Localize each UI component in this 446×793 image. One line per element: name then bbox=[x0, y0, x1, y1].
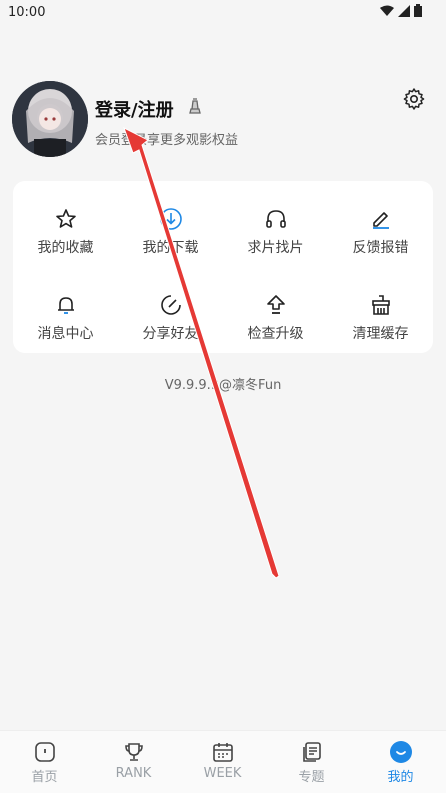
nav-topics[interactable]: 专题 bbox=[267, 731, 356, 793]
home-icon bbox=[34, 742, 55, 762]
grid-label: 反馈报错 bbox=[352, 240, 409, 256]
grid-item-favorites[interactable]: 我的收藏 bbox=[13, 189, 118, 269]
grid-label: 我的收藏 bbox=[37, 240, 94, 256]
profile-header: 登录/注册 会员登录享更多观影权益 bbox=[0, 78, 446, 158]
profile-subtitle: 会员登录享更多观影权益 bbox=[95, 133, 239, 148]
nav-label: 我的 bbox=[387, 770, 414, 785]
grid-label: 检查升级 bbox=[247, 326, 304, 342]
calendar-icon bbox=[212, 743, 233, 762]
bottom-navigation: 首页 RANK WEEK 专题 我的 bbox=[0, 730, 446, 793]
settings-gear-icon[interactable] bbox=[402, 87, 426, 115]
battery-icon bbox=[414, 4, 422, 17]
bell-icon bbox=[57, 297, 74, 314]
status-icons bbox=[380, 4, 422, 17]
wifi-icon bbox=[380, 5, 394, 16]
grid-item-request[interactable]: 求片找片 bbox=[223, 189, 328, 269]
grid-item-feedback[interactable]: 反馈报错 bbox=[328, 189, 433, 269]
signal-icon bbox=[398, 4, 410, 17]
login-register-link[interactable]: 登录/注册 bbox=[95, 96, 174, 122]
grid-item-clear-cache[interactable]: 清理缓存 bbox=[328, 275, 433, 355]
vip-badge-icon bbox=[188, 97, 202, 119]
nav-label: RANK bbox=[115, 766, 152, 781]
clean-icon bbox=[371, 295, 390, 315]
nav-label: WEEK bbox=[203, 766, 242, 781]
status-time: 10:00 bbox=[8, 5, 46, 20]
trophy-icon bbox=[124, 743, 143, 761]
upgrade-icon bbox=[266, 295, 285, 314]
grid-item-share[interactable]: 分享好友 bbox=[118, 275, 223, 355]
grid-item-messages[interactable]: 消息中心 bbox=[13, 275, 118, 355]
nav-profile[interactable]: 我的 bbox=[356, 731, 445, 793]
avatar[interactable] bbox=[12, 81, 88, 157]
nav-week[interactable]: WEEK bbox=[178, 731, 267, 793]
grid-item-upgrade[interactable]: 检查升级 bbox=[223, 275, 328, 355]
grid-label: 消息中心 bbox=[37, 326, 94, 342]
nav-label: 专题 bbox=[298, 770, 325, 785]
topics-icon bbox=[302, 742, 321, 762]
nav-label: 首页 bbox=[31, 770, 58, 785]
headphones-icon bbox=[265, 210, 286, 228]
grid-label: 求片找片 bbox=[247, 240, 304, 256]
edit-icon bbox=[372, 212, 389, 229]
grid-item-downloads[interactable]: 我的下载 bbox=[118, 189, 223, 269]
version-text: V9.9.9.9@凛冬Fun bbox=[164, 378, 282, 393]
star-icon bbox=[55, 209, 76, 228]
grid-label: 清理缓存 bbox=[352, 326, 409, 342]
status-bar: 10:00 bbox=[0, 0, 446, 26]
grid-label: 分享好友 bbox=[142, 326, 199, 342]
nav-home[interactable]: 首页 bbox=[0, 731, 89, 793]
function-grid-card: 我的收藏 我的下载 求片找片 反馈报错 消息中心 分享好友 检查升级 清理缓存 bbox=[13, 181, 433, 353]
share-icon bbox=[160, 295, 181, 315]
grid-label: 我的下载 bbox=[142, 240, 199, 256]
nav-rank[interactable]: RANK bbox=[89, 731, 178, 793]
profile-icon bbox=[389, 741, 412, 763]
download-icon bbox=[159, 208, 182, 230]
